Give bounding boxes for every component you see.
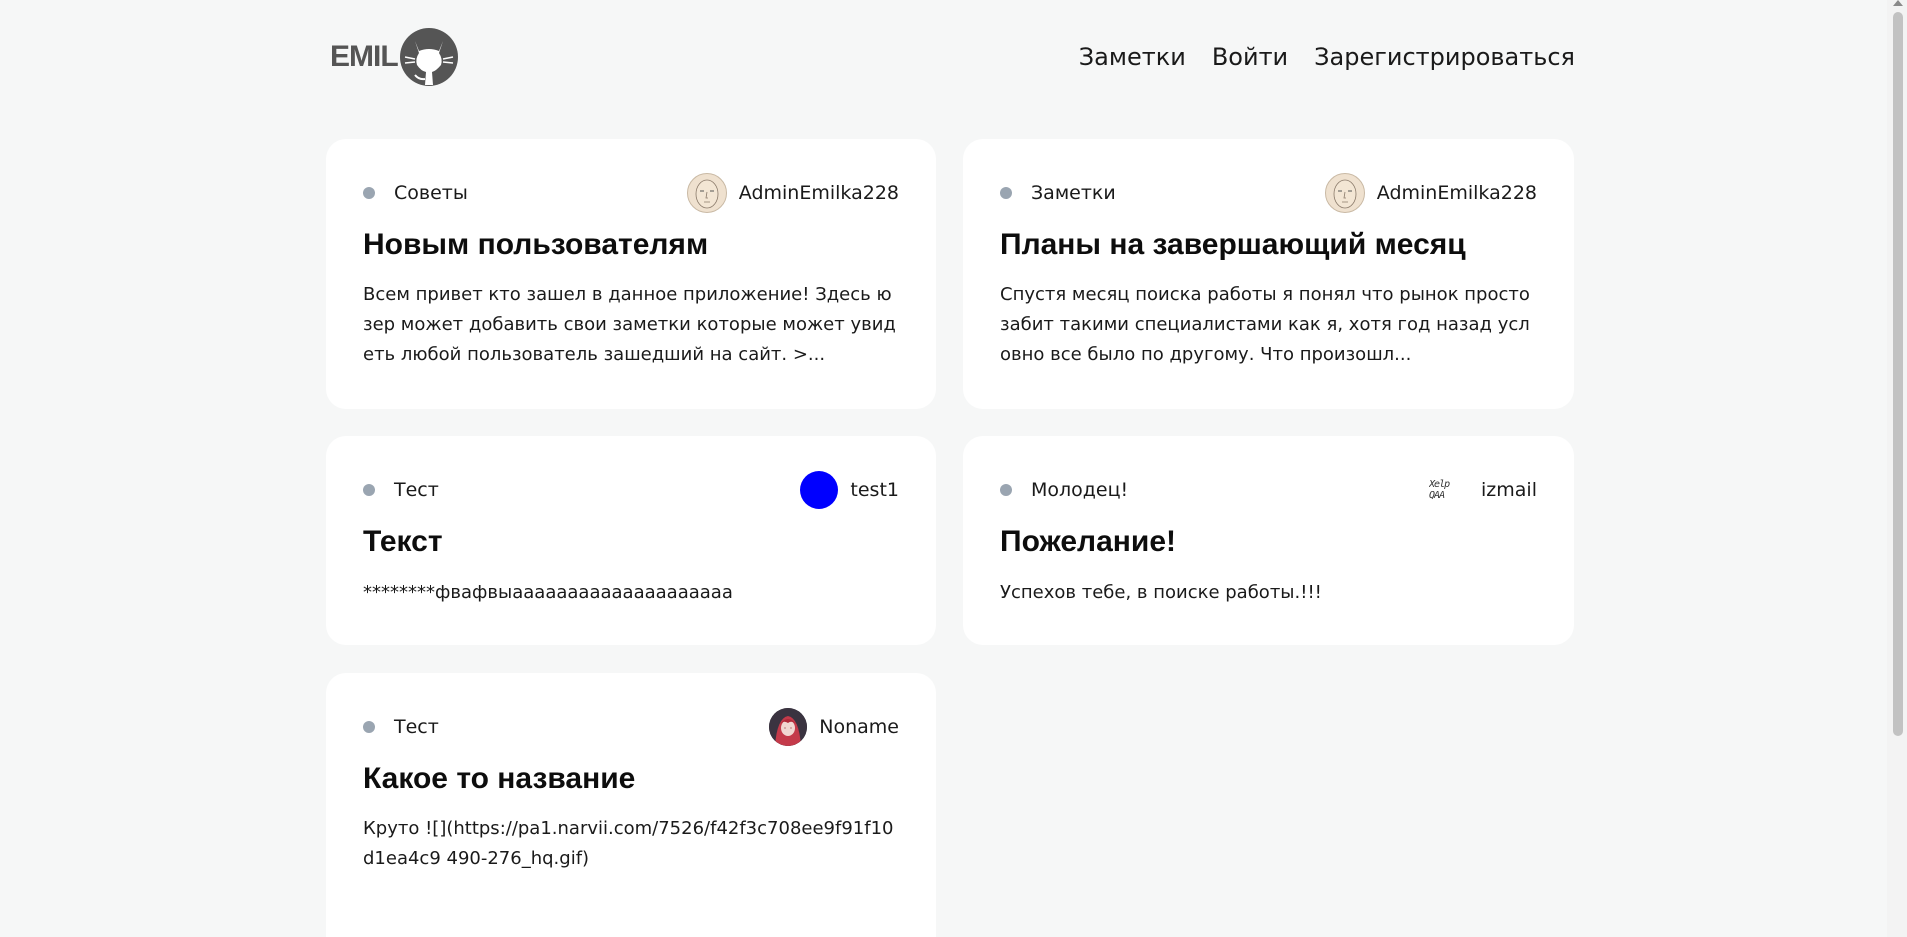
note-category: Тест bbox=[363, 716, 439, 738]
note-text: Круто ![](https://pa1.narvii.com/7526/f4… bbox=[363, 818, 894, 869]
note-card[interactable]: Советы AdminEmilka228 Новым пользователя… bbox=[326, 139, 936, 409]
scroll-thumb[interactable] bbox=[1893, 12, 1903, 736]
note-card[interactable]: Молодец! Xelp QAA izmail Пожелание! Успе… bbox=[963, 436, 1574, 645]
note-text: Всем привет кто зашел в данное приложени… bbox=[363, 284, 896, 365]
note-category: Заметки bbox=[1000, 182, 1116, 204]
site-header: EMIL Заметки Войти Зарегистрироваться bbox=[330, 24, 1575, 90]
note-card[interactable]: Тест test1 Текст ********фвафвыааааааааа… bbox=[326, 436, 936, 645]
note-author[interactable]: Xelp QAA izmail bbox=[1429, 471, 1537, 509]
note-card[interactable]: Тест Noname Какое то название Круто ![](… bbox=[326, 673, 936, 937]
note-title: Планы на завершающий месяц bbox=[1000, 228, 1466, 261]
category-dot-icon bbox=[363, 721, 375, 733]
note-category: Тест bbox=[363, 479, 439, 501]
category-dot-icon bbox=[363, 484, 375, 496]
category-dot-icon bbox=[1000, 187, 1012, 199]
logo[interactable]: EMIL bbox=[330, 24, 459, 90]
note-category: Советы bbox=[363, 182, 468, 204]
note-text: ********фвафвыаааааааааааааааааааа bbox=[363, 582, 733, 603]
category-dot-icon bbox=[1000, 484, 1012, 496]
note-title: Текст bbox=[363, 525, 443, 558]
scroll-up-arrow-icon[interactable] bbox=[1893, 0, 1903, 6]
note-title: Пожелание! bbox=[1000, 525, 1177, 558]
main-nav: Заметки Войти Зарегистрироваться bbox=[1079, 24, 1575, 90]
text-logo-avatar: Xelp QAA bbox=[1429, 479, 1450, 501]
note-card[interactable]: Заметки AdminEmilka228 Планы на завершаю… bbox=[963, 139, 1574, 409]
nav-notes[interactable]: Заметки bbox=[1079, 43, 1186, 71]
github-cat-icon bbox=[399, 28, 458, 86]
note-text: Спустя месяц поиска работы я понял что р… bbox=[1000, 284, 1530, 365]
category-dot-icon bbox=[363, 187, 375, 199]
note-author[interactable]: test1 bbox=[800, 471, 899, 509]
note-author[interactable]: AdminEmilka228 bbox=[1324, 173, 1537, 213]
nav-register[interactable]: Зарегистрироваться bbox=[1314, 43, 1575, 71]
note-author[interactable]: AdminEmilka228 bbox=[686, 173, 899, 213]
note-text: Успехов тебе, в поиске работы.!!! bbox=[1000, 582, 1322, 603]
note-category: Молодец! bbox=[1000, 479, 1128, 501]
blue-circle-avatar bbox=[800, 471, 839, 509]
anime-girl-avatar bbox=[769, 708, 808, 746]
page-scrollbar[interactable] bbox=[1887, 0, 1907, 937]
face-sketch-avatar bbox=[1324, 173, 1365, 213]
note-title: Какое то название bbox=[363, 762, 636, 795]
nav-login[interactable]: Войти bbox=[1212, 43, 1288, 71]
face-sketch-avatar bbox=[686, 173, 727, 213]
note-title: Новым пользователям bbox=[363, 228, 709, 261]
logo-text: EMIL bbox=[330, 40, 399, 73]
note-author[interactable]: Noname bbox=[769, 708, 899, 746]
